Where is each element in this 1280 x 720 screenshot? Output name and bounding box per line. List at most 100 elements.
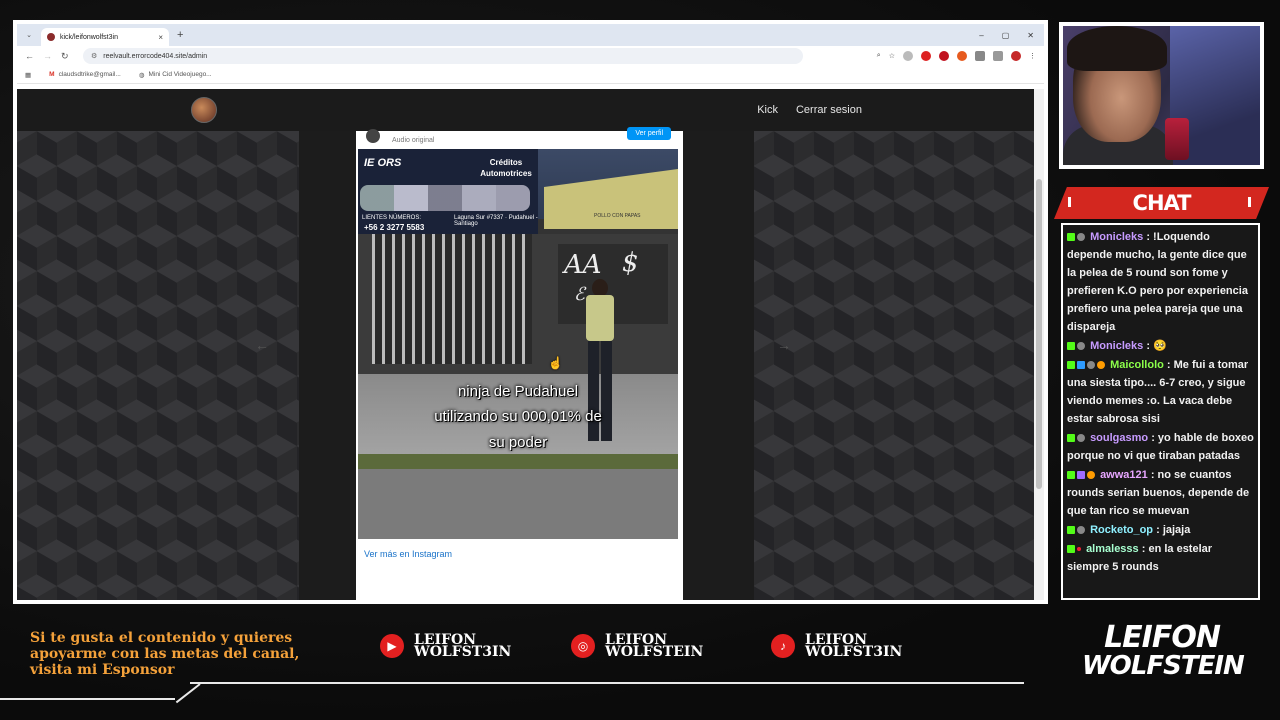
chat-message: Monicleks : 🥺: [1067, 337, 1254, 355]
extension-icon[interactable]: [903, 51, 913, 61]
sign-phone-label: LIENTES NÚMEROS:: [362, 215, 422, 221]
divider-line: [190, 682, 1024, 684]
globe-icon: ◍: [138, 71, 145, 79]
apps-grid-icon[interactable]: ▦: [25, 71, 31, 79]
gmail-icon: M: [49, 71, 55, 78]
web-page: Kick Cerrar sesion ← → Audio original Ve…: [17, 89, 1034, 600]
tiktok-icon: ♪: [771, 634, 795, 658]
bookmark-item[interactable]: M claudsdtrike@gmail...: [49, 71, 121, 78]
site-nav: Kick Cerrar sesion: [757, 89, 862, 131]
chat-message: soulgasmo : yo hable de boxeo porque no …: [1067, 429, 1254, 465]
stream-overlay: ⌄ kick/leifonwolfst3in × + – ▢ ✕ ← → ↻ ⚙…: [0, 0, 1280, 720]
tab-search-icon[interactable]: ⌄: [23, 31, 35, 39]
new-tab-button[interactable]: +: [177, 29, 183, 41]
browser-tab[interactable]: kick/leifonwolfst3in ×: [41, 28, 169, 46]
browser-window: ⌄ kick/leifonwolfst3in × + – ▢ ✕ ← → ↻ ⚙…: [17, 24, 1044, 600]
page-scrollbar[interactable]: [1034, 89, 1044, 600]
address-bar[interactable]: ⚙ reelvault.errorcode404.site/admin: [83, 48, 803, 64]
brand-logo: LEIFON WOLFSTEIN: [1082, 623, 1245, 681]
video-gate: [372, 234, 532, 364]
chat-text: : !Loquendo depende mucho, la gente dice…: [1067, 231, 1248, 333]
reading-list-icon[interactable]: [993, 51, 1003, 61]
sponsor-text: Si te gusta el contenido y quieres apoya…: [30, 630, 300, 678]
zoom-icon[interactable]: ⌕: [877, 52, 881, 60]
nav-link-logout[interactable]: Cerrar sesion: [796, 104, 862, 116]
social-handle: LEIFON WOLFSTEIN: [605, 633, 703, 659]
back-arrow-icon[interactable]: ←: [25, 51, 43, 61]
minimize-button[interactable]: –: [979, 31, 983, 40]
chat-username[interactable]: Monicleks: [1090, 231, 1143, 243]
next-arrow-icon[interactable]: →: [777, 337, 791, 353]
view-profile-button[interactable]: Ver perfil: [627, 127, 671, 140]
audio-label: Audio original: [392, 136, 435, 144]
shop-name: POLLO CON PAPAS: [594, 213, 641, 219]
divider-line: [175, 683, 201, 704]
chat-message: Monicleks : !Loquendo depende mucho, la …: [1067, 228, 1254, 336]
youtube-icon: ▶: [380, 634, 404, 658]
avatar[interactable]: [366, 129, 380, 143]
gift-badge-icon: [1077, 361, 1085, 370]
sub-badge-icon: [1077, 342, 1085, 351]
chat-title: CHAT: [1132, 191, 1192, 215]
bookmark-label: claudsdtrike@gmail...: [58, 71, 121, 78]
kick-badge-icon: [1067, 526, 1075, 535]
chat-messages[interactable]: Monicleks : !Loquendo depende mucho, la …: [1061, 223, 1260, 600]
brand-logo-line: WOLFSTEIN: [1082, 651, 1245, 681]
chat-message: almalesss : en la estelar siempre 5 roun…: [1067, 540, 1254, 576]
chat-panel: CHAT Monicleks : !Loquendo depende mucho…: [1054, 183, 1269, 603]
reload-icon[interactable]: ↻: [61, 51, 79, 62]
site-info-icon[interactable]: ⚙: [91, 52, 97, 60]
social-handle: LEIFON WOLFST3IN: [414, 633, 512, 660]
kick-badge-icon: [1067, 545, 1075, 554]
bookmark-item[interactable]: ◍ Mini Cid Videojuego...: [139, 71, 212, 79]
window-controls: – ▢ ✕: [979, 31, 1044, 40]
close-window-button[interactable]: ✕: [1027, 31, 1034, 40]
reel-video[interactable]: IE ORS Créditos Automotrices LIENTES NÚM…: [358, 149, 678, 539]
instagram-icon: ◎: [571, 634, 595, 658]
social-instagram[interactable]: ◎ LEIFON WOLFSTEIN: [571, 633, 703, 659]
sign-text-right: Créditos Automotrices: [480, 158, 532, 178]
cup-image: [1165, 118, 1189, 160]
extension-icon[interactable]: [921, 51, 931, 61]
forward-arrow-icon[interactable]: →: [43, 51, 61, 61]
chat-username[interactable]: soulgasmo: [1090, 432, 1148, 444]
kick-badge-icon: [1067, 434, 1075, 443]
prev-arrow-icon[interactable]: ←: [255, 337, 269, 353]
extension-icon[interactable]: [939, 51, 949, 61]
extensions-area: ⌕ ☆ ⋮: [877, 51, 1044, 61]
mouse-cursor-icon: ☝: [548, 356, 563, 370]
profile-avatar[interactable]: [1011, 51, 1021, 61]
extensions-puzzle-icon[interactable]: [975, 51, 985, 61]
chat-username[interactable]: almalesss: [1086, 543, 1139, 555]
chat-username[interactable]: awwa121: [1100, 469, 1148, 481]
sign-address: Laguna Sur #7337 · Pudahuel - Santiago: [454, 215, 538, 227]
view-more-instagram-link[interactable]: Ver más en Instagram: [364, 549, 452, 559]
extension-icon[interactable]: [957, 51, 967, 61]
restore-button[interactable]: ▢: [1002, 31, 1010, 40]
chat-username[interactable]: Maicollolo: [1110, 359, 1164, 371]
embed-header: Audio original Ver perfil: [356, 127, 683, 149]
scrollbar-thumb[interactable]: [1036, 179, 1042, 489]
og-badge-icon: [1097, 361, 1105, 370]
sub-badge-icon: [1077, 471, 1085, 480]
instagram-embed: Audio original Ver perfil IE ORS Crédito…: [356, 127, 683, 600]
social-tiktok[interactable]: ♪ LEIFON WOLFST3IN: [771, 633, 903, 660]
tab-close-icon[interactable]: ×: [158, 33, 163, 42]
nav-link-kick[interactable]: Kick: [757, 104, 778, 116]
webcam-feed: [1063, 26, 1260, 165]
sub-badge-icon: [1077, 434, 1085, 443]
video-caption-line: utilizando su 000,01% de: [434, 408, 602, 425]
video-caption-line: su poder: [488, 434, 548, 451]
site-logo[interactable]: [191, 97, 217, 123]
chat-message: Rocketo_op : jajaja: [1067, 521, 1254, 539]
social-youtube[interactable]: ▶ LEIFON WOLFST3IN: [380, 633, 512, 660]
kick-badge-icon: [1067, 342, 1075, 351]
chat-username[interactable]: Rocketo_op: [1090, 524, 1153, 536]
chat-username[interactable]: Monicleks: [1090, 340, 1143, 352]
chat-message: Maicollolo : Me fui a tomar una siesta t…: [1067, 356, 1254, 428]
chat-header: CHAT: [1054, 187, 1269, 219]
bookmark-star-icon[interactable]: ☆: [889, 52, 895, 60]
menu-kebab-icon[interactable]: ⋮: [1029, 52, 1036, 60]
social-handle-line: WOLFST3IN: [414, 644, 512, 660]
social-handle-line: WOLFST3IN: [805, 644, 903, 660]
